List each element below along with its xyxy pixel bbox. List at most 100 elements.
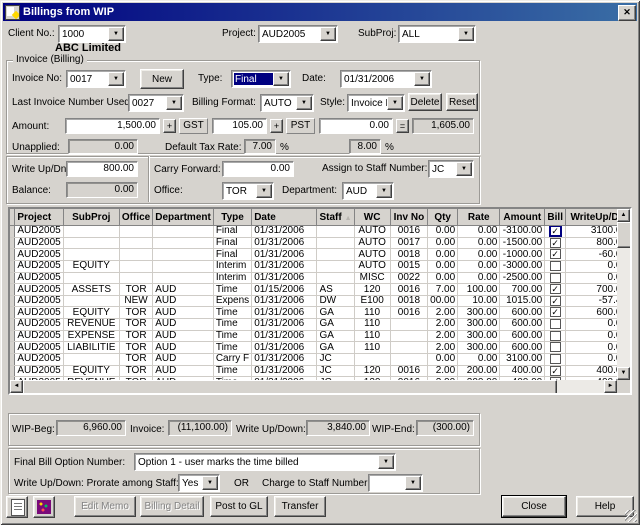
grid-cell[interactable]: 01/31/2006 — [252, 307, 317, 319]
bill-checkbox[interactable]: ✓ — [550, 249, 561, 259]
grid-cell[interactable]: 110 — [354, 342, 390, 354]
grid-cell[interactable]: 01/31/2006 — [252, 260, 317, 272]
grid-cell[interactable]: 300.00 — [458, 307, 500, 319]
grid-cell[interactable]: TOR — [119, 354, 152, 366]
grid-row[interactable]: AUD2005EXPENSETORAUDTime01/31/2006GA1102… — [10, 330, 630, 342]
grid-cell[interactable]: 600.00 — [500, 330, 545, 342]
grid-cell[interactable]: 01/31/2006 — [252, 295, 317, 307]
bill-checkbox[interactable]: ✓ — [550, 284, 561, 294]
chevron-down-icon[interactable]: ▼ — [320, 27, 336, 41]
grid-cell-bill[interactable]: ✓ — [545, 365, 566, 377]
horizontal-scrollbar[interactable]: ◄ ► — [10, 380, 617, 393]
col-header-project[interactable]: Project — [15, 209, 63, 226]
grid-cell[interactable]: 300.00 — [458, 342, 500, 354]
grid-cell[interactable]: -2500.00 — [500, 272, 545, 284]
grid-cell-bill[interactable] — [545, 319, 566, 331]
grid-cell[interactable] — [63, 226, 119, 238]
grid-cell[interactable]: 110 — [354, 307, 390, 319]
bill-checkbox[interactable]: ✓ — [550, 238, 561, 248]
grid-cell[interactable]: TOR — [119, 365, 152, 377]
grid-cell[interactable]: 0.00 — [428, 237, 458, 249]
chevron-down-icon[interactable]: ▼ — [273, 72, 289, 86]
last-invoice-combo[interactable]: 0027 ▼ — [128, 94, 184, 112]
grid-row[interactable]: AUD2005REVENUETORAUDTime01/31/2006GA1102… — [10, 319, 630, 331]
bill-checkbox[interactable] — [550, 354, 561, 364]
col-header-office[interactable]: Office — [119, 209, 152, 226]
grid-cell[interactable] — [119, 226, 152, 238]
grid-cell[interactable]: 120 — [354, 365, 390, 377]
grid-cell-bill[interactable] — [545, 260, 566, 272]
grid-cell[interactable]: 600.00 — [500, 307, 545, 319]
type-combo[interactable]: Final ▼ — [231, 70, 291, 88]
bill-checkbox[interactable] — [550, 342, 561, 352]
grid-cell[interactable]: 400.00 — [500, 365, 545, 377]
prorate-combo[interactable]: Yes ▼ — [178, 474, 220, 492]
bill-checkbox[interactable] — [550, 319, 561, 329]
grid-cell[interactable]: 0018 — [390, 249, 427, 261]
grid-cell[interactable]: 300.00 — [458, 330, 500, 342]
grid-cell[interactable]: AUD2005 — [15, 260, 63, 272]
grid-cell[interactable]: GA — [317, 319, 354, 331]
grid-cell[interactable] — [317, 237, 354, 249]
grid-cell[interactable] — [153, 237, 214, 249]
grid-cell[interactable]: 2.00 — [428, 330, 458, 342]
col-header-bill[interactable]: Bill — [545, 209, 566, 226]
chevron-down-icon[interactable]: ▼ — [296, 96, 312, 110]
grid-cell[interactable] — [390, 330, 427, 342]
grid-cell[interactable]: 200.00 — [458, 365, 500, 377]
grid-cell-bill[interactable] — [545, 330, 566, 342]
grid-cell[interactable]: 01/31/2006 — [252, 319, 317, 331]
grid-cell[interactable]: 3100.00 — [500, 354, 545, 366]
grid-cell[interactable]: 0.00 — [458, 237, 500, 249]
grid-cell-bill[interactable]: ✓ — [545, 249, 566, 261]
bill-checkbox[interactable]: ✓ — [550, 296, 561, 306]
grid-cell[interactable]: AUD2005 — [15, 284, 63, 296]
grid-cell[interactable]: 0.00 — [428, 226, 458, 238]
grid-cell[interactable]: 0.00 — [428, 249, 458, 261]
grid-row[interactable]: AUD2005Interim01/31/2006MISC00220.000.00… — [10, 272, 630, 284]
grid-cell[interactable]: 0022 — [390, 272, 427, 284]
grid-cell[interactable]: 0016 — [390, 307, 427, 319]
grid-cell[interactable] — [63, 272, 119, 284]
grid-cell[interactable]: Time — [213, 319, 251, 331]
grid-cell[interactable]: 01/31/2006 — [252, 354, 317, 366]
grid-cell[interactable]: AUD — [153, 365, 214, 377]
grid-cell[interactable] — [63, 354, 119, 366]
grid-cell[interactable] — [153, 272, 214, 284]
grid-row[interactable]: AUD2005EQUITYTORAUDTime01/31/2006JC12000… — [10, 365, 630, 377]
grid-cell[interactable]: Time — [213, 342, 251, 354]
grid-row[interactable]: AUD2005LIABILITIETORAUDTime01/31/2006GA1… — [10, 342, 630, 354]
grid-cell[interactable]: EQUITY — [63, 365, 119, 377]
bill-checkbox[interactable] — [550, 261, 561, 271]
grid-cell[interactable]: 0.00 — [428, 260, 458, 272]
grid-cell[interactable]: AUTO — [354, 237, 390, 249]
transfer-button[interactable]: Transfer — [274, 496, 326, 517]
vertical-scrollbar[interactable]: ▲ ▼ — [617, 209, 630, 380]
charge-staff-combo[interactable]: ▼ — [368, 474, 423, 492]
grid-cell[interactable]: 01/31/2006 — [252, 330, 317, 342]
grid-cell[interactable]: 1015.00 — [500, 295, 545, 307]
grid-cell[interactable]: NEW — [119, 295, 152, 307]
col-header-subproj[interactable]: SubProj — [63, 209, 119, 226]
grid-cell-bill[interactable] — [545, 354, 566, 366]
grid-cell[interactable] — [390, 354, 427, 366]
grid-cell[interactable]: -3100.00 — [500, 226, 545, 238]
grid-cell[interactable]: -1000.00 — [500, 249, 545, 261]
grid-row[interactable]: AUD2005EQUITYTORAUDTime01/31/2006GA11000… — [10, 307, 630, 319]
grid-cell[interactable] — [63, 249, 119, 261]
grid-cell[interactable]: AUD — [153, 319, 214, 331]
grid-row[interactable]: AUD2005EQUITYInterim01/31/2006AUTO00150.… — [10, 260, 630, 272]
assign-staff-combo[interactable]: JC ▼ — [428, 160, 474, 178]
department-combo[interactable]: AUD ▼ — [342, 182, 394, 200]
grid-cell[interactable]: 110 — [354, 319, 390, 331]
scroll-up-icon[interactable]: ▲ — [617, 209, 630, 222]
pst-input[interactable]: 0.00 — [319, 118, 393, 134]
chart-icon-button[interactable] — [33, 496, 55, 518]
grid-cell[interactable]: AUD2005 — [15, 354, 63, 366]
subproj-combo[interactable]: ALL ▼ — [398, 25, 476, 43]
chevron-down-icon[interactable]: ▼ — [108, 27, 124, 41]
col-header-department[interactable]: Department — [153, 209, 214, 226]
chevron-down-icon[interactable]: ▼ — [456, 162, 472, 176]
grid-cell[interactable]: 300.00 — [458, 319, 500, 331]
grid-cell[interactable]: AUD — [153, 295, 214, 307]
